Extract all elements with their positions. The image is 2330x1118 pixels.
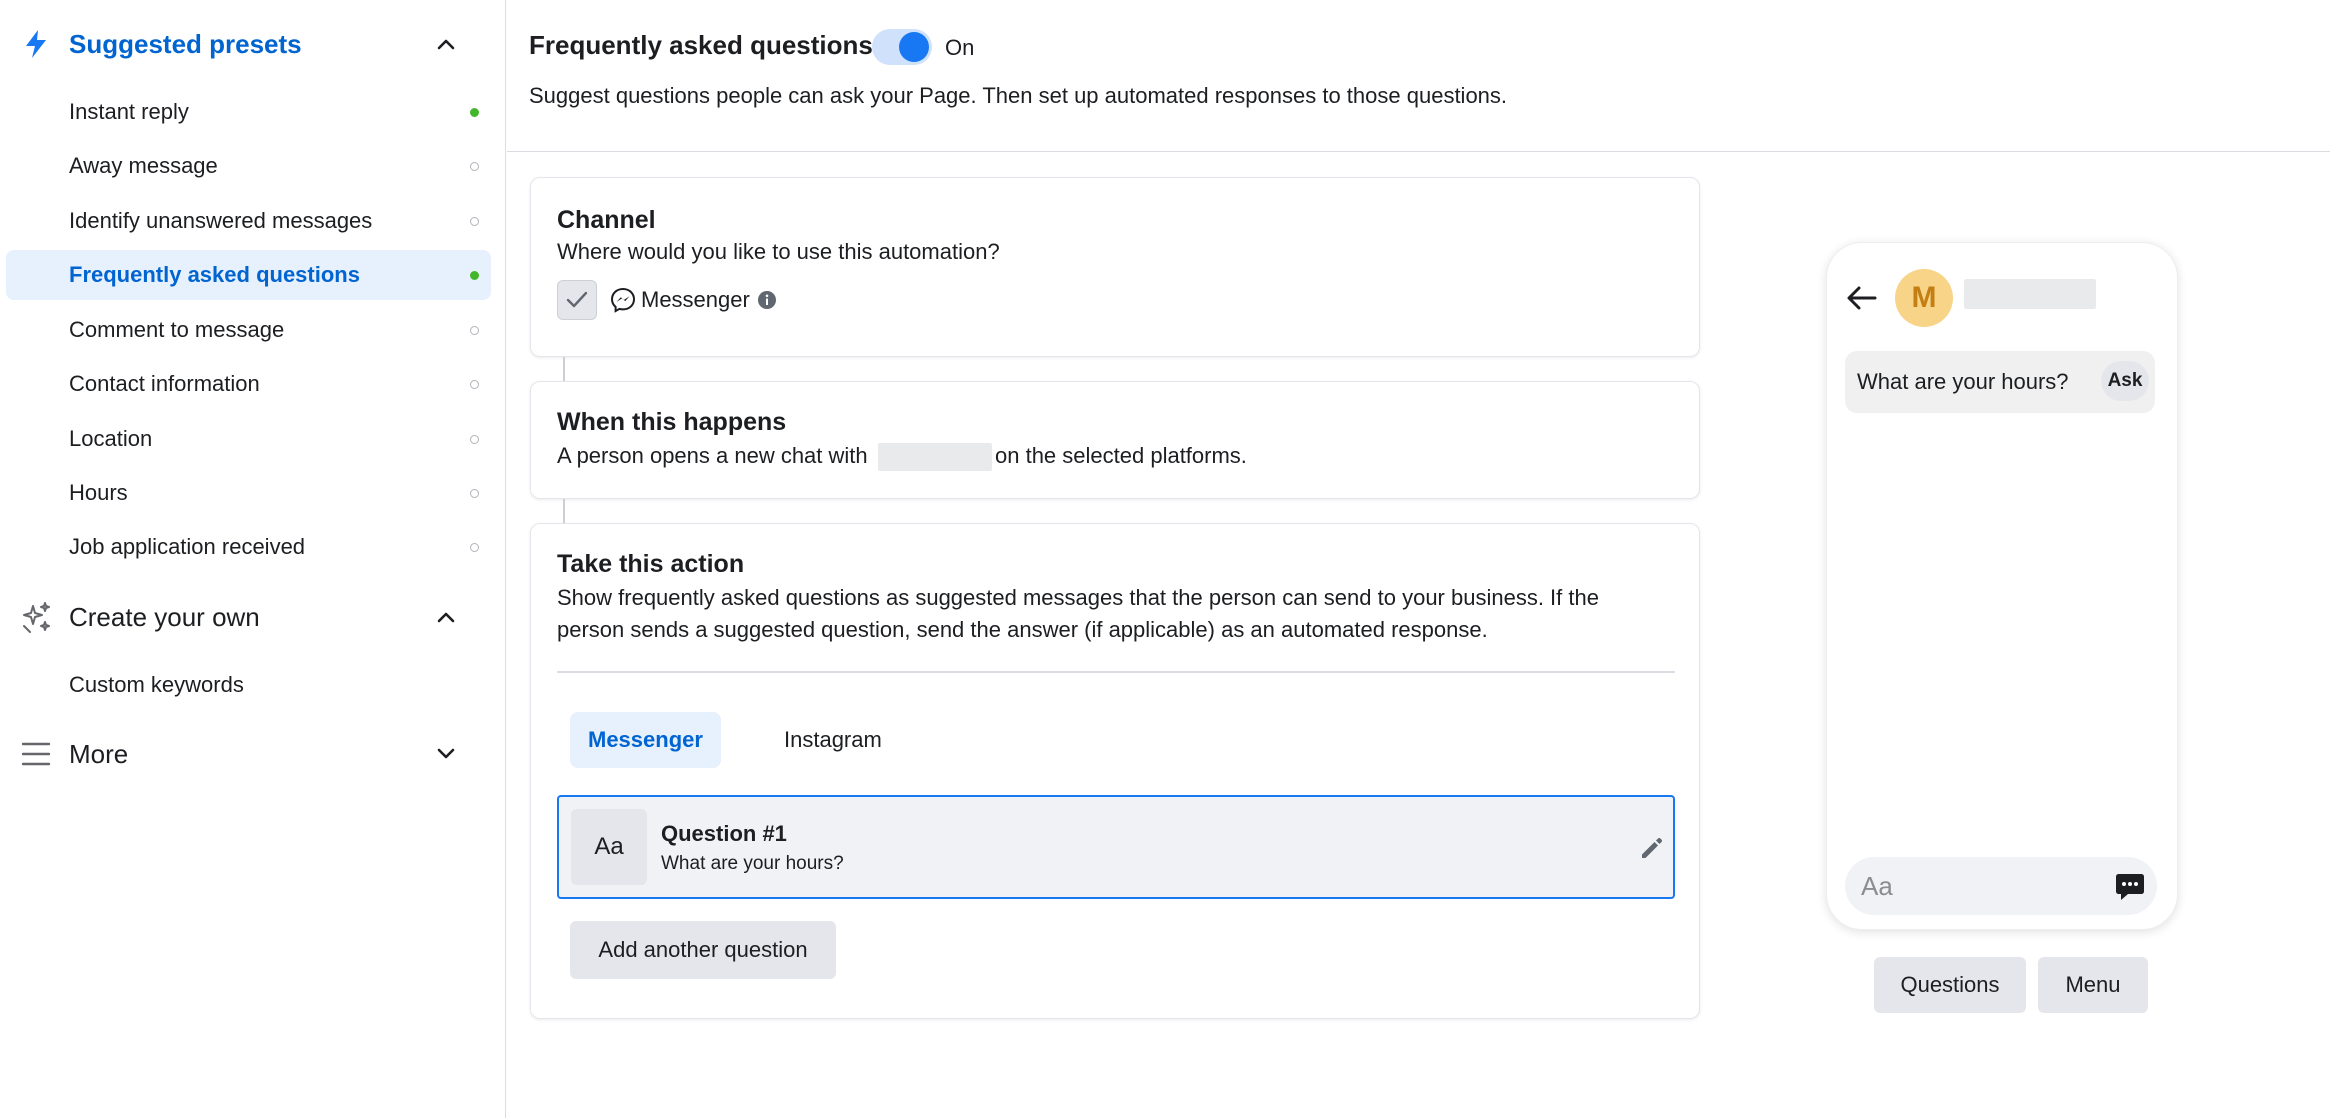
tab-messenger[interactable]: Messenger bbox=[570, 712, 721, 768]
sidebar-item-away-message[interactable]: Away message bbox=[6, 141, 491, 191]
section-label: More bbox=[69, 738, 129, 769]
sidebar-item-location[interactable]: Location bbox=[6, 414, 491, 464]
status-dot-off bbox=[470, 434, 479, 444]
avatar: M bbox=[1895, 269, 1953, 327]
chevron-up-icon[interactable] bbox=[431, 29, 461, 59]
chevron-up-icon[interactable] bbox=[431, 602, 461, 632]
sidebar-item-label: Frequently asked questions bbox=[69, 262, 360, 287]
pencil-icon[interactable] bbox=[1637, 833, 1667, 863]
enable-toggle[interactable] bbox=[872, 29, 932, 65]
messenger-option-label: Messenger bbox=[641, 287, 750, 312]
card-prompt: Where would you like to use this automat… bbox=[557, 239, 1000, 264]
section-suggested-presets[interactable]: Suggested presets bbox=[0, 16, 506, 72]
status-dot-off bbox=[470, 488, 479, 498]
status-dot-off bbox=[470, 216, 479, 226]
section-label: Create your own bbox=[69, 601, 260, 632]
chat-bubble-icon[interactable] bbox=[2113, 869, 2147, 903]
message-composer[interactable]: Aa bbox=[1845, 857, 2157, 915]
redacted-page-name bbox=[1964, 279, 2096, 309]
suggested-question-text: What are your hours? bbox=[1857, 369, 2069, 394]
status-dot-off bbox=[470, 379, 479, 389]
action-card: Take this action Show frequently asked q… bbox=[530, 523, 1700, 1019]
toggle-knob bbox=[899, 32, 929, 62]
trigger-text-before: A person opens a new chat with bbox=[557, 443, 868, 468]
status-dot-on bbox=[470, 270, 479, 280]
sidebar-item-contact-information[interactable]: Contact information bbox=[6, 359, 491, 409]
card-title: Take this action bbox=[557, 550, 745, 578]
section-more[interactable]: More bbox=[0, 726, 506, 782]
flow-connector bbox=[563, 499, 565, 523]
menu-icon bbox=[18, 736, 54, 772]
toggle-state-label: On bbox=[945, 35, 975, 60]
sparkles-icon bbox=[18, 599, 54, 635]
sidebar-item-label: Comment to message bbox=[69, 317, 285, 342]
sidebar-item-label: Location bbox=[69, 426, 153, 451]
phone-preview: M What are your hours? Ask Aa bbox=[1826, 242, 2178, 930]
channel-card: Channel Where would you like to use this… bbox=[530, 177, 1700, 357]
sidebar-item-identify-unanswered[interactable]: Identify unanswered messages bbox=[6, 196, 491, 246]
trigger-text-after: on the selected platforms. bbox=[995, 443, 1247, 468]
sidebar-item-custom-keywords[interactable]: Custom keywords bbox=[69, 672, 244, 698]
question-text: What are your hours? bbox=[661, 853, 844, 874]
card-title: Channel bbox=[557, 206, 656, 234]
tab-instagram[interactable]: Instagram bbox=[766, 712, 900, 768]
sidebar-item-label: Away message bbox=[69, 153, 218, 178]
page-title: Frequently asked questions bbox=[529, 30, 873, 60]
ask-button[interactable]: Ask bbox=[2101, 361, 2149, 401]
back-arrow-icon bbox=[1845, 281, 1879, 315]
lightning-icon bbox=[18, 26, 54, 62]
messenger-icon bbox=[609, 286, 637, 314]
status-dot-off bbox=[470, 161, 479, 171]
status-dot-on bbox=[470, 107, 479, 117]
preview-menu-button[interactable]: Menu bbox=[2038, 957, 2148, 1013]
trigger-card: When this happens A person opens a new c… bbox=[530, 381, 1700, 499]
card-title: When this happens bbox=[557, 408, 787, 436]
section-create-your-own[interactable]: Create your own bbox=[0, 589, 506, 645]
status-dot-off bbox=[470, 325, 479, 335]
flow-connector bbox=[563, 357, 565, 381]
sidebar-item-faq[interactable]: Frequently asked questions bbox=[6, 250, 491, 300]
redacted-page-name bbox=[878, 443, 992, 471]
info-icon[interactable] bbox=[757, 290, 777, 310]
divider bbox=[557, 671, 1675, 673]
question-title: Question #1 bbox=[661, 821, 787, 846]
sidebar-item-job-application[interactable]: Job application received bbox=[6, 522, 491, 572]
question-row[interactable]: Aa Question #1 What are your hours? bbox=[557, 795, 1675, 899]
sidebar: Suggested presets Instant reply Away mes… bbox=[0, 0, 506, 1118]
sidebar-item-comment-to-message[interactable]: Comment to message bbox=[6, 305, 491, 355]
chevron-down-icon[interactable] bbox=[431, 739, 461, 769]
add-question-button[interactable]: Add another question bbox=[570, 921, 836, 979]
sidebar-item-label: Job application received bbox=[69, 534, 306, 559]
page-header: Frequently asked questions On Suggest qu… bbox=[507, 0, 2330, 152]
sidebar-item-hours[interactable]: Hours bbox=[6, 468, 491, 518]
messenger-checkbox[interactable] bbox=[557, 280, 597, 320]
section-label: Suggested presets bbox=[69, 28, 302, 59]
sidebar-item-label: Hours bbox=[69, 480, 128, 505]
sidebar-item-label: Identify unanswered messages bbox=[69, 208, 373, 233]
preview-questions-button[interactable]: Questions bbox=[1874, 957, 2026, 1013]
sidebar-item-label: Instant reply bbox=[69, 99, 189, 124]
sidebar-item-instant-reply[interactable]: Instant reply bbox=[6, 87, 491, 137]
sidebar-item-label: Contact information bbox=[69, 371, 260, 396]
status-dot-off bbox=[470, 542, 479, 552]
composer-placeholder: Aa bbox=[1861, 871, 1893, 901]
action-description: Show frequently asked questions as sugge… bbox=[557, 585, 1599, 642]
suggested-question-bubble: What are your hours? Ask bbox=[1845, 351, 2155, 413]
check-icon bbox=[566, 291, 588, 308]
text-format-icon: Aa bbox=[571, 809, 647, 885]
page-description: Suggest questions people can ask your Pa… bbox=[529, 83, 1508, 108]
